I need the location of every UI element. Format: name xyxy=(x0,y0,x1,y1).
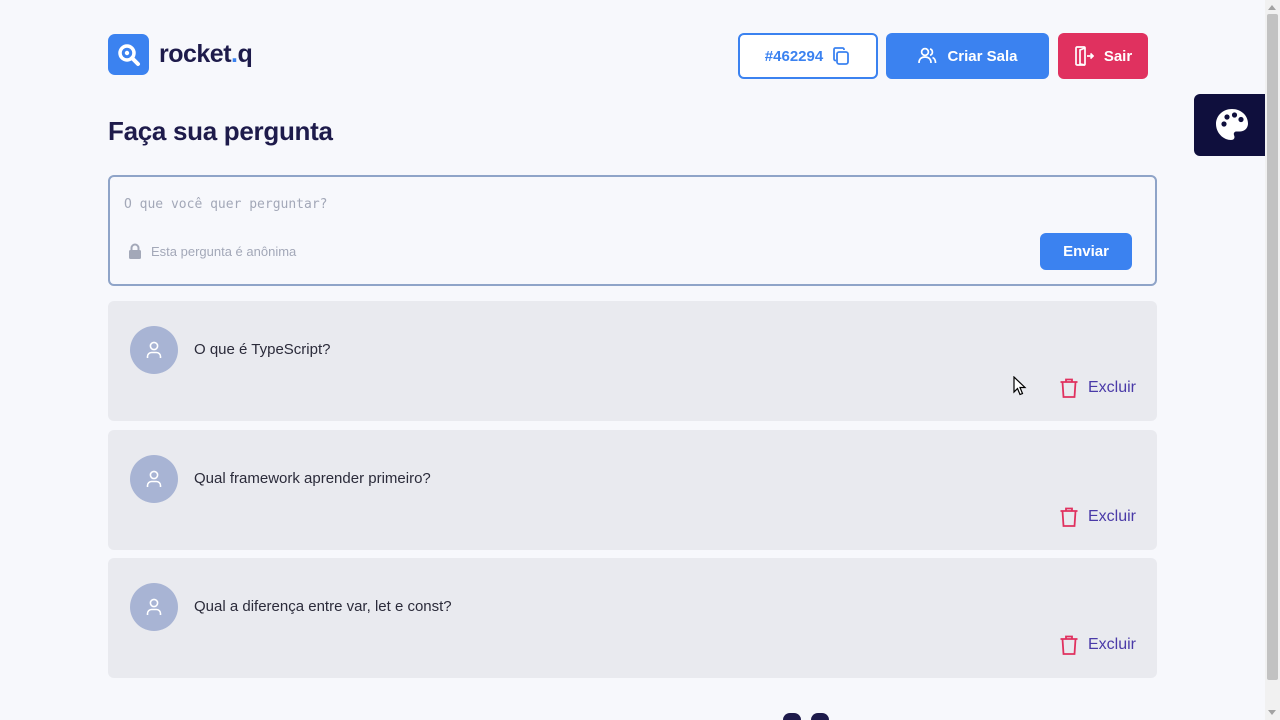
question-input[interactable] xyxy=(124,193,1124,215)
exit-door-icon xyxy=(1074,46,1094,66)
user-icon xyxy=(146,341,162,358)
mouse-cursor-icon xyxy=(1013,376,1027,396)
logo[interactable]: rocket.q xyxy=(108,34,253,75)
footer-icon xyxy=(811,713,829,720)
footer-icon xyxy=(783,713,801,720)
create-room-button[interactable]: Criar Sala xyxy=(886,33,1049,79)
page-title: Faça sua pergunta xyxy=(108,116,333,146)
scroll-down-arrow[interactable] xyxy=(1268,710,1276,715)
exit-button[interactable]: Sair xyxy=(1058,33,1148,79)
palette-icon xyxy=(1216,109,1248,140)
delete-button[interactable]: Excluir xyxy=(1059,506,1136,528)
trash-icon xyxy=(1060,507,1078,527)
scroll-up-arrow[interactable] xyxy=(1268,5,1276,10)
delete-label: Excluir xyxy=(1088,507,1137,525)
room-code-label: #462294 xyxy=(764,47,824,65)
create-room-label: Criar Sala xyxy=(947,47,1018,65)
delete-label: Excluir xyxy=(1088,379,1137,396)
footer-icons-peek xyxy=(783,713,829,720)
trash-icon xyxy=(1060,378,1078,398)
copy-icon xyxy=(833,47,850,65)
room-code-button[interactable]: #462294 xyxy=(738,33,878,79)
delete-button[interactable]: Excluir xyxy=(1059,377,1136,399)
question-card: Qual framework aprender primeiro? Exclui… xyxy=(108,429,1157,550)
question-list: O que é TypeScript? Excluir Qual framewo… xyxy=(108,301,1157,687)
header: rocket.q #462294 Criar Sala Sair xyxy=(108,33,1148,79)
users-icon xyxy=(918,47,937,64)
scrollbar[interactable] xyxy=(1265,0,1280,720)
logo-text: rocket.q xyxy=(159,40,253,68)
question-text: Qual a diferença entre var, let e const? xyxy=(194,598,452,615)
anonymous-label: Esta pergunta é anônima xyxy=(151,243,297,259)
logo-icon xyxy=(108,34,149,75)
avatar xyxy=(130,454,178,503)
avatar xyxy=(130,326,178,374)
question-form: Esta pergunta é anônima Enviar xyxy=(108,175,1157,286)
user-icon xyxy=(146,598,162,615)
lock-icon xyxy=(129,243,141,259)
user-icon xyxy=(146,470,162,487)
anonymous-note: Esta pergunta é anônima xyxy=(128,243,296,259)
avatar xyxy=(130,583,178,631)
question-text: Qual framework aprender primeiro? xyxy=(194,469,431,487)
question-text: O que é TypeScript? xyxy=(194,341,331,358)
delete-button[interactable]: Excluir xyxy=(1059,634,1136,656)
trash-icon xyxy=(1060,635,1078,655)
scrollbar-thumb[interactable] xyxy=(1267,14,1278,680)
theme-toggle-button[interactable] xyxy=(1194,94,1270,156)
delete-label: Excluir xyxy=(1088,636,1137,653)
question-card: Qual a diferença entre var, let e const?… xyxy=(108,558,1157,678)
send-button[interactable]: Enviar xyxy=(1040,233,1132,270)
question-card: O que é TypeScript? Excluir xyxy=(108,301,1157,421)
exit-label: Sair xyxy=(1103,47,1133,65)
